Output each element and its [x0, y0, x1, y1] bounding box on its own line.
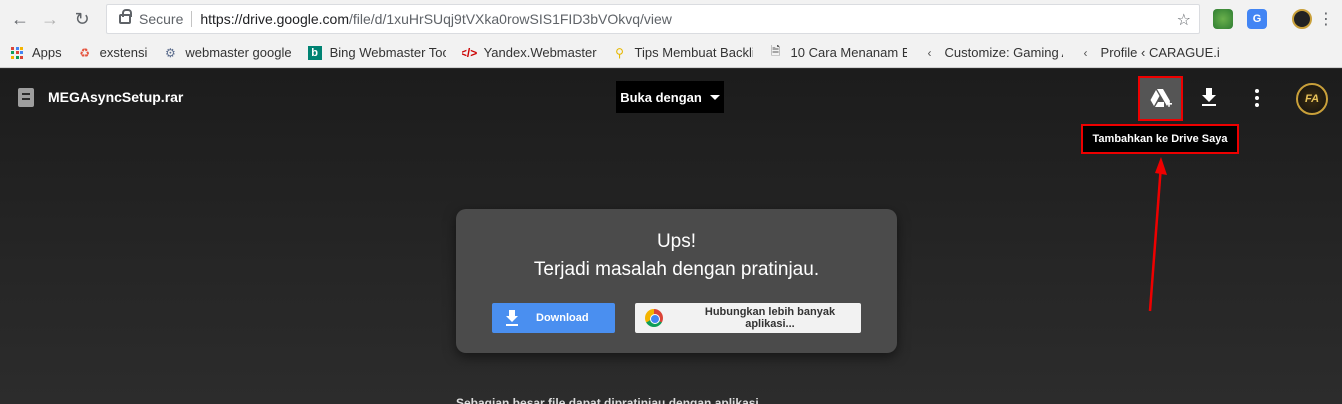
- bing-icon: b: [307, 45, 322, 60]
- address-separator: [191, 11, 193, 27]
- profile-avatar-icon[interactable]: [1292, 9, 1312, 29]
- bookmark-apps[interactable]: Apps: [10, 45, 62, 60]
- bookmark-label: webmaster google: [185, 45, 292, 60]
- secure-label: Secure: [139, 11, 184, 27]
- code-icon: </>: [461, 45, 478, 60]
- bookmark-cara-menanam[interactable]: 🗎 10 Cara Menanam Ba: [769, 45, 907, 60]
- download-button-label: Download: [536, 312, 589, 324]
- browser-toolbar: ← → ↻ Secure https://drive.google.com/fi…: [0, 0, 1342, 38]
- bookmark-label: Customize: Gaming A: [944, 45, 1063, 60]
- url-text: https://drive.google.com/file/d/1xuHrSUq…: [200, 11, 672, 27]
- bookmark-yandex[interactable]: </> Yandex.Webmaster: [462, 45, 597, 60]
- bookmark-label: Tips Membuat Backlin: [634, 45, 753, 60]
- page-icon: 🗎: [770, 45, 781, 58]
- bookmark-profile[interactable]: ‹ Profile ‹ CARAGUE.id: [1079, 45, 1219, 60]
- key-icon: ⚲: [615, 45, 624, 60]
- bookmark-customize[interactable]: ‹ Customize: Gaming A: [923, 45, 1063, 60]
- bookmark-label: Yandex.Webmaster: [483, 45, 597, 60]
- bookmark-bing[interactable]: b Bing Webmaster Too: [307, 45, 446, 60]
- reload-icon[interactable]: ↻: [70, 7, 94, 31]
- download-icon[interactable]: [1197, 85, 1221, 109]
- chevron-left-icon: ‹: [927, 45, 932, 60]
- bookmark-tips-backlink[interactable]: ⚲ Tips Membuat Backlin: [613, 45, 753, 60]
- bookmark-label: exstensi: [99, 45, 148, 60]
- chevron-left-icon: ‹: [1083, 45, 1088, 60]
- error-title: Ups!: [656, 231, 697, 252]
- url-host: https://drive.google.com: [200, 11, 349, 27]
- more-options-icon[interactable]: [1246, 87, 1268, 109]
- download-button[interactable]: Download: [492, 303, 615, 333]
- bookmark-label: Apps: [32, 45, 62, 60]
- webmaster-icon: ⚙: [164, 45, 176, 60]
- connect-button-label: Hubungkan lebih banyak aplikasi...: [704, 306, 836, 330]
- address-bar[interactable]: Secure https://drive.google.com/file/d/1…: [106, 4, 1200, 34]
- extension-globe-icon[interactable]: [1213, 9, 1233, 29]
- back-icon[interactable]: ←: [8, 7, 32, 31]
- bookmark-star-icon[interactable]: ☆: [1177, 10, 1191, 30]
- preview-error-card: Ups! Terjadi masalah dengan pratinjau. D…: [456, 209, 897, 353]
- drive-add-icon: [1150, 88, 1172, 107]
- avatar[interactable]: FA: [1296, 83, 1328, 115]
- lock-icon: [119, 9, 132, 24]
- open-with-button[interactable]: Buka dengan: [616, 81, 724, 113]
- open-with-label: Buka dengan: [620, 89, 702, 105]
- bookmark-label: Bing Webmaster Too: [329, 45, 446, 60]
- error-message: Terjadi masalah dengan pratinjau.: [533, 259, 820, 280]
- add-to-drive-tooltip: Tambahkan ke Drive Saya: [1081, 124, 1239, 154]
- file-viewer: MEGAsyncSetup.rar Buka dengan FA Tambahk…: [0, 69, 1342, 404]
- bookmark-exstensi[interactable]: ♻ exstensi: [78, 45, 148, 60]
- archive-file-icon: [18, 88, 34, 107]
- bookmark-webmaster-google[interactable]: ⚙ webmaster google: [163, 45, 292, 60]
- bookmark-label: Profile ‹ CARAGUE.id: [1100, 45, 1219, 60]
- translate-extension-icon[interactable]: G: [1247, 9, 1267, 29]
- chrome-store-icon: [645, 309, 663, 327]
- add-to-drive-button[interactable]: [1138, 76, 1183, 121]
- file-name: MEGAsyncSetup.rar: [48, 89, 184, 105]
- forward-icon[interactable]: →: [38, 7, 62, 31]
- bookmark-label: 10 Cara Menanam Ba: [790, 45, 907, 60]
- apps-grid-icon: [10, 46, 24, 60]
- chrome-menu-icon[interactable]: ⋮: [1314, 7, 1338, 31]
- chevron-down-icon: [709, 94, 720, 100]
- url-path: /file/d/1xuHrSUqj9tVXka0rowSIS1FID3bVOkv…: [349, 11, 672, 27]
- footer-hint-text: Sebagian besar file dapat dipratinjau de…: [456, 396, 769, 404]
- download-icon: [504, 310, 520, 326]
- recycle-icon: ♻: [79, 45, 91, 60]
- annotation-arrow: [1148, 157, 1167, 312]
- bookmarks-bar: Apps ♻ exstensi ⚙ webmaster google b Bin…: [0, 38, 1342, 68]
- connect-more-apps-button[interactable]: Hubungkan lebih banyak aplikasi...: [635, 303, 861, 333]
